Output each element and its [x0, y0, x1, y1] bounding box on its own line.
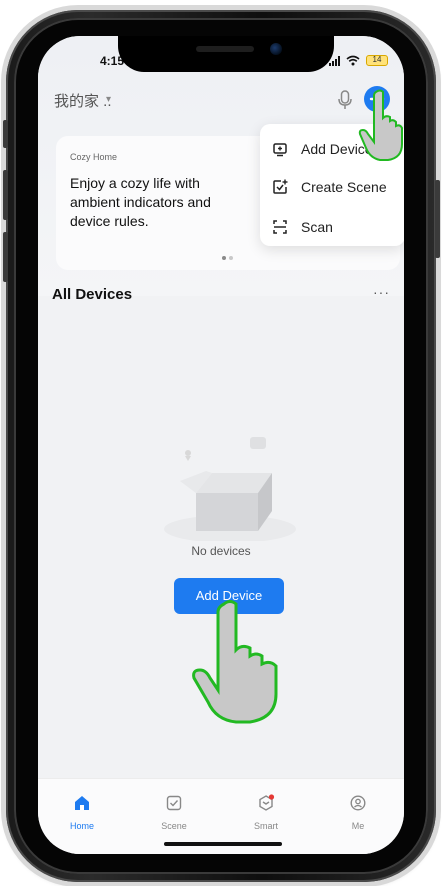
- add-device-icon: [273, 143, 287, 157]
- tab-home[interactable]: Home: [52, 791, 112, 831]
- top-bar: 我的家 .. ▾: [54, 86, 390, 114]
- carousel-dots: [222, 256, 233, 260]
- menu-item-label: Create Scene: [301, 179, 387, 195]
- notification-badge: [268, 794, 275, 800]
- smart-icon: [259, 794, 275, 811]
- bottom-tab-bar: Home Scene Smart Me: [38, 778, 404, 854]
- home-indicator: [164, 842, 282, 846]
- menu-item-label: Scan: [301, 219, 333, 235]
- camera-icon: [270, 43, 282, 55]
- app-screen: 4:15 14 我的家 .. ▾ Cozy Home Enjoy a cozy …: [38, 36, 404, 854]
- tab-label: Scene: [161, 821, 187, 831]
- tab-smart[interactable]: Smart: [236, 791, 296, 831]
- more-icon[interactable]: ···: [373, 284, 390, 300]
- banner-tag: Cozy Home: [70, 152, 118, 162]
- notch: [118, 36, 334, 72]
- silent-switch: [3, 120, 8, 148]
- earpiece: [196, 46, 254, 52]
- power-button: [435, 180, 440, 258]
- create-scene-icon: [273, 179, 288, 194]
- empty-state-text: No devices: [191, 544, 251, 558]
- tab-label: Smart: [253, 821, 278, 831]
- section-title: All Devices: [52, 286, 133, 303]
- tab-label: Me: [351, 821, 365, 831]
- banner-text: Enjoy a cozy life with ambient indicator…: [70, 175, 211, 229]
- scene-icon: [166, 795, 182, 811]
- volume-down-button: [3, 232, 8, 282]
- pointer-hand-icon: [192, 600, 278, 724]
- microphone-icon[interactable]: [338, 90, 352, 110]
- tab-scene[interactable]: Scene: [144, 791, 204, 831]
- home-icon: [75, 796, 89, 810]
- scan-icon: [273, 220, 287, 234]
- empty-box-illustration: [164, 437, 296, 541]
- volume-up-button: [3, 170, 8, 220]
- pointer-hand-icon: [358, 89, 403, 161]
- menu-item-scan[interactable]: Scan: [272, 216, 333, 238]
- wifi-icon: [346, 55, 360, 66]
- tab-me[interactable]: Me: [328, 791, 388, 831]
- home-selector[interactable]: 我的家 ..: [54, 90, 112, 111]
- battery-icon: 14: [366, 55, 388, 66]
- chevron-down-icon[interactable]: ▾: [106, 94, 111, 105]
- me-icon: [350, 795, 366, 811]
- menu-item-create-scene[interactable]: Create Scene: [272, 176, 387, 198]
- tab-label: Home: [69, 821, 94, 831]
